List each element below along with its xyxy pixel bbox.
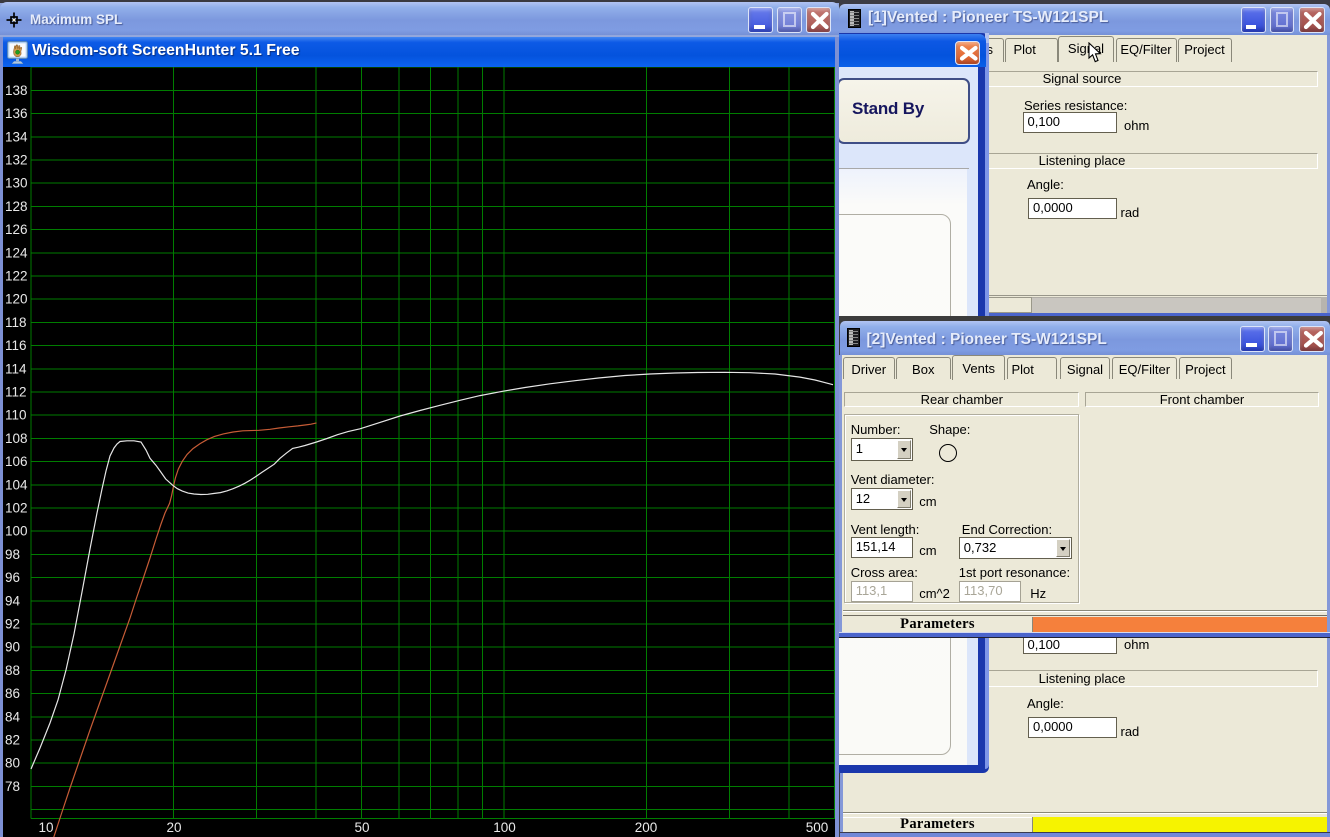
svg-text:78: 78	[5, 779, 20, 794]
svg-text:10: 10	[38, 820, 53, 835]
svg-text:108: 108	[5, 431, 28, 446]
svg-text:116: 116	[5, 338, 27, 353]
svg-text:110: 110	[5, 408, 27, 423]
svg-text:84: 84	[5, 709, 21, 724]
svg-text:50: 50	[354, 820, 369, 835]
svg-text:20: 20	[166, 820, 181, 835]
svg-text:82: 82	[5, 733, 20, 748]
svg-text:96: 96	[5, 570, 20, 585]
svg-text:98: 98	[5, 547, 20, 562]
svg-text:86: 86	[5, 686, 20, 701]
svg-text:88: 88	[5, 663, 20, 678]
svg-text:132: 132	[5, 153, 28, 168]
svg-text:134: 134	[5, 129, 28, 144]
svg-text:138: 138	[5, 83, 28, 98]
svg-text:90: 90	[5, 640, 20, 655]
svg-text:500: 500	[806, 820, 829, 835]
svg-text:92: 92	[5, 617, 20, 632]
svg-text:100: 100	[493, 820, 516, 835]
svg-text:114: 114	[5, 361, 27, 376]
svg-text:104: 104	[5, 477, 28, 492]
svg-text:112: 112	[5, 385, 27, 400]
svg-text:122: 122	[5, 269, 28, 284]
svg-text:130: 130	[5, 176, 28, 191]
svg-text:106: 106	[5, 454, 28, 469]
svg-text:100: 100	[5, 524, 28, 539]
svg-text:94: 94	[5, 593, 21, 608]
svg-text:128: 128	[5, 199, 28, 214]
svg-text:80: 80	[5, 756, 20, 771]
svg-text:118: 118	[5, 315, 27, 330]
svg-text:102: 102	[5, 501, 28, 516]
svg-text:126: 126	[5, 222, 28, 237]
svg-text:124: 124	[5, 245, 28, 260]
svg-text:136: 136	[5, 106, 28, 121]
svg-text:120: 120	[5, 292, 28, 307]
svg-text:200: 200	[635, 820, 658, 835]
